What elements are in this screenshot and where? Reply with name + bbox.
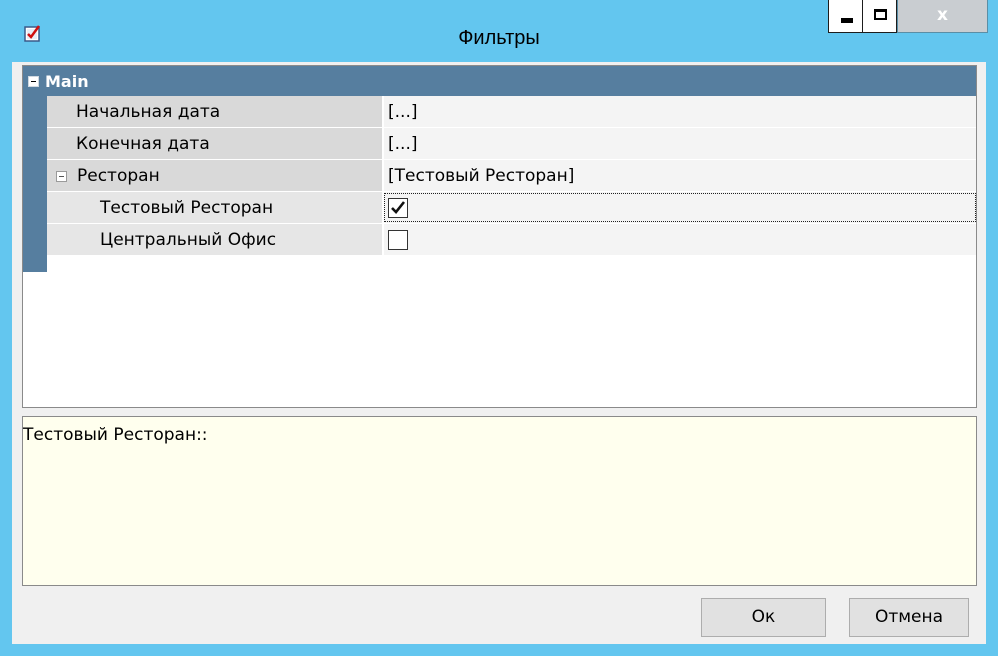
cancel-button[interactable]: Отмена xyxy=(849,598,969,637)
minimize-button[interactable] xyxy=(828,0,862,33)
property-grid: Main Начальная дата [...] Конечная дата … xyxy=(22,65,977,408)
property-value[interactable]: [...] xyxy=(384,96,976,127)
description-text: Тестовый Ресторан:: xyxy=(23,425,208,445)
property-value-checkbox[interactable] xyxy=(384,192,976,223)
ok-button[interactable]: Ок xyxy=(701,598,826,637)
property-row-start-date[interactable]: Начальная дата [...] xyxy=(47,96,976,128)
category-gutter xyxy=(23,96,47,272)
property-value[interactable]: [Тестовый Ресторан] xyxy=(384,160,976,191)
collapse-icon[interactable] xyxy=(28,76,39,87)
checkbox-unchecked[interactable] xyxy=(388,230,408,250)
category-label: Main xyxy=(45,72,89,91)
maximize-icon xyxy=(874,9,887,20)
property-name: Ресторан xyxy=(47,160,382,191)
focus-rectangle xyxy=(384,193,976,222)
property-name-label: Ресторан xyxy=(77,166,160,186)
checkbox-checked[interactable] xyxy=(388,198,408,218)
property-row-central-office[interactable]: Центральный Офис xyxy=(47,224,976,256)
property-row-test-restaurant[interactable]: Тестовый Ресторан xyxy=(47,192,976,224)
property-row-restaurant[interactable]: Ресторан [Тестовый Ресторан] xyxy=(47,160,976,192)
close-button[interactable]: x xyxy=(897,0,988,33)
property-row-end-date[interactable]: Конечная дата [...] xyxy=(47,128,976,160)
property-name: Начальная дата xyxy=(47,96,382,127)
collapse-icon[interactable] xyxy=(56,171,67,182)
checkmark-icon xyxy=(391,201,406,214)
property-name: Центральный Офис xyxy=(47,224,382,255)
minimize-icon xyxy=(841,18,853,23)
dialog-content: Main Начальная дата [...] Конечная дата … xyxy=(12,62,986,644)
property-value[interactable]: [...] xyxy=(384,128,976,159)
close-icon: x xyxy=(937,5,948,25)
property-value-checkbox[interactable] xyxy=(384,224,976,255)
category-main[interactable]: Main xyxy=(23,66,976,96)
description-panel: Тестовый Ресторан:: xyxy=(22,416,977,586)
property-name: Тестовый Ресторан xyxy=(47,192,382,223)
title-bar[interactable]: Фильтры x xyxy=(0,0,998,62)
filters-dialog: Фильтры x Main Начальная дата [...] Коне… xyxy=(0,0,998,656)
property-name: Конечная дата xyxy=(47,128,382,159)
maximize-button[interactable] xyxy=(862,0,897,33)
